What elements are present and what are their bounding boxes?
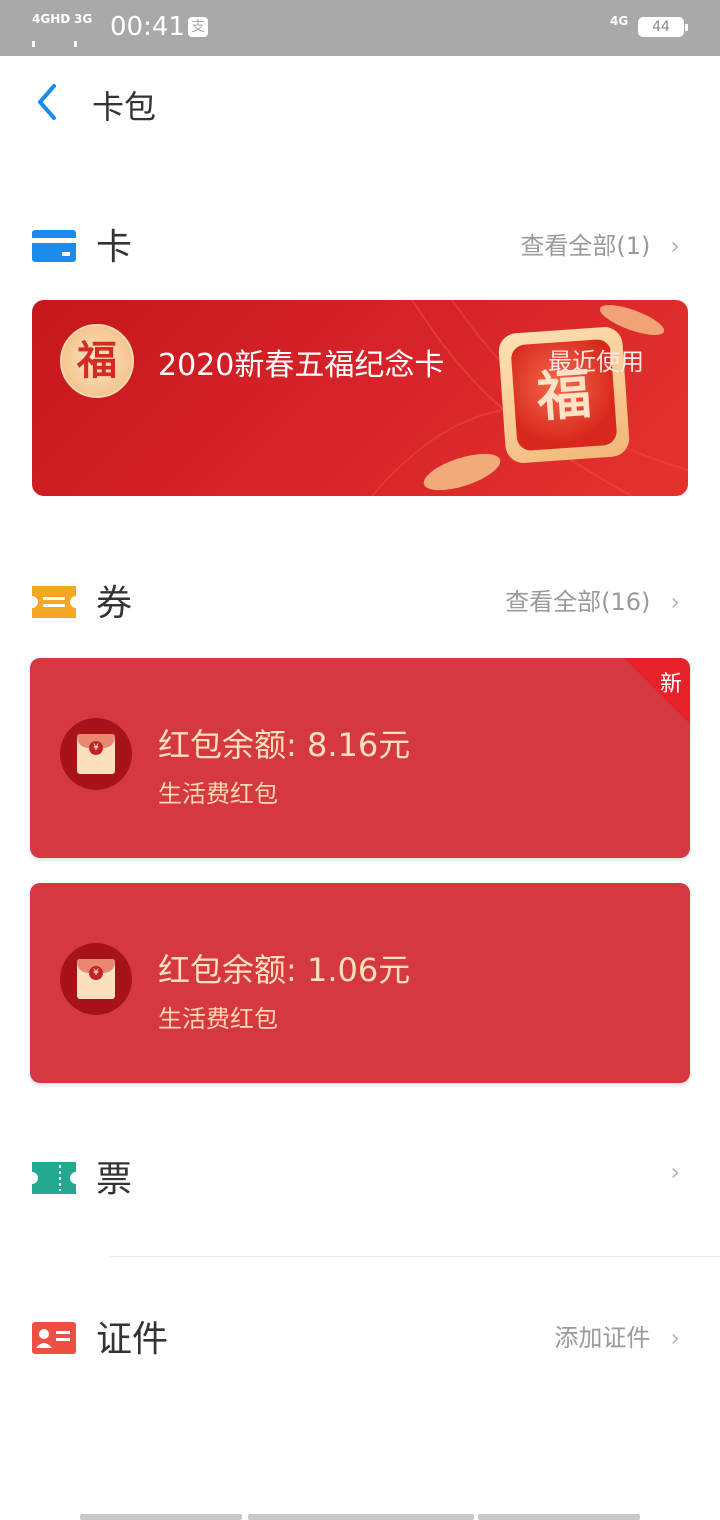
ids-section-title: 证件 [96,1319,169,1360]
alipay-notification-icon: 支 [188,17,208,37]
red-envelope-icon: ¥ [60,718,132,790]
back-button[interactable] [28,78,68,126]
add-id-link[interactable]: 添加证件 › [554,1318,680,1353]
chevron-right-icon: › [670,1158,680,1186]
view-all-cards-label: 查看全部(1) [520,232,651,260]
chevron-right-icon: › [670,588,680,616]
view-all-coupons-label: 查看全部(16) [505,588,651,616]
cards-section-header: 卡 查看全部(1) › [0,214,720,274]
red-packet-coupon[interactable]: ¥ 红包余额: 8.16元 生活费红包 新 [30,658,690,858]
tickets-section-title: 票 [96,1159,133,1200]
ticket-icon [32,1162,76,1194]
chevron-right-icon: › [670,232,680,260]
card-icon [32,230,76,262]
page-title: 卡包 [92,88,157,126]
recently-used-tag: 最近使用 [548,348,644,376]
sim2-label: 3G [74,12,93,26]
bottom-nav-indicator [80,1514,640,1520]
red-envelope-icon: ¥ [60,943,132,1015]
coupon-icon [32,586,76,618]
coupons-section-header: 券 查看全部(16) › [0,570,720,630]
status-bar: 4GHD 3G 00:41 支 4G 44 [0,0,720,104]
ids-section-header: 证件 添加证件 › [0,1306,720,1366]
id-card-icon [32,1322,76,1354]
chevron-right-icon: › [670,1324,680,1352]
add-id-label: 添加证件 [554,1324,651,1352]
nav-bar: 卡包 [0,56,720,152]
coupons-section-title: 券 [96,583,133,624]
tickets-section-row[interactable]: 票 › [0,1146,720,1206]
tickets-link: › [650,1158,680,1186]
chevron-left-icon [38,84,56,120]
view-all-cards-link[interactable]: 查看全部(1) › [520,226,680,261]
view-all-coupons-link[interactable]: 查看全部(16) › [505,582,680,617]
coupon-subtitle: 生活费红包 [158,1005,278,1033]
network-indicator: 4G [610,14,629,28]
coupon-subtitle: 生活费红包 [158,780,278,808]
divider [110,1256,720,1257]
battery-icon: 44 [638,17,688,37]
wufu-card[interactable]: 福 福 2020新春五福纪念卡 最近使用 [32,300,688,496]
cards-section-title: 卡 [96,227,133,268]
sim1-label: 4GHD [32,12,71,26]
red-packet-coupon[interactable]: ¥ 红包余额: 1.06元 生活费红包 [30,883,690,1083]
coupon-amount: 红包余额: 8.16元 [158,726,411,764]
new-badge: 新 [659,672,682,697]
fu-logo-icon: 福 [60,324,134,398]
card-title: 2020新春五福纪念卡 [158,348,445,383]
coupon-amount: 红包余额: 1.06元 [158,951,411,989]
clock: 00:41 [110,12,185,42]
